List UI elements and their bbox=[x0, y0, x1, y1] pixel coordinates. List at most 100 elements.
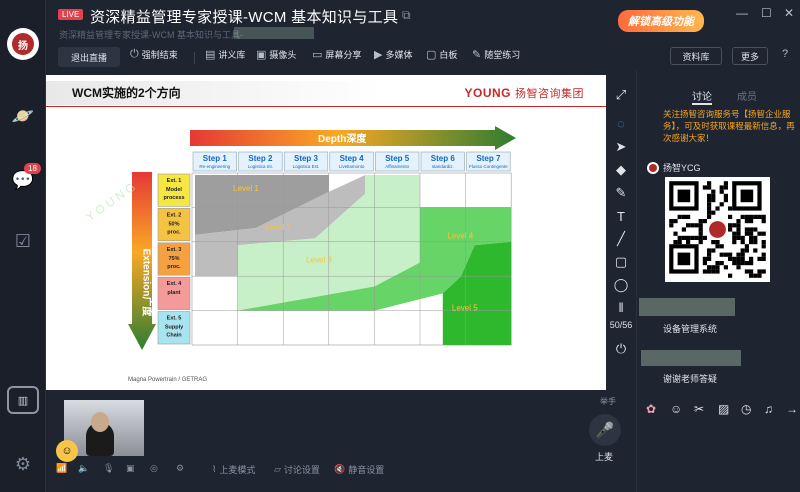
share-icon[interactable]: ◎ bbox=[150, 463, 158, 474]
quiz-button[interactable]: ✎ 随堂练习 bbox=[472, 48, 520, 61]
qr-module bbox=[681, 214, 686, 219]
external-link-icon[interactable]: ⧉ bbox=[402, 8, 411, 23]
qr-module bbox=[749, 219, 754, 224]
expand-icon[interactable]: ⤢ bbox=[606, 85, 636, 105]
multimedia-label: 多媒体 bbox=[385, 50, 413, 60]
ellipse-icon[interactable]: ◯ bbox=[606, 275, 636, 295]
qr-module bbox=[757, 269, 762, 274]
discussion-settings-label: 讨论设置 bbox=[283, 465, 320, 475]
qr-module bbox=[757, 214, 762, 219]
mic-mode-button[interactable]: ⌇ 上麦模式 bbox=[212, 463, 255, 476]
microphone-icon[interactable]: 🎤 bbox=[589, 414, 621, 446]
qr-module bbox=[740, 248, 745, 253]
qr-module bbox=[707, 252, 712, 257]
text-icon[interactable]: T bbox=[606, 206, 636, 226]
emoji-icon[interactable]: ☺ bbox=[670, 402, 682, 416]
flower-icon[interactable]: ✿ bbox=[646, 402, 656, 416]
qr-module bbox=[732, 240, 737, 245]
settings-small-icon[interactable]: ⚙ bbox=[176, 463, 184, 474]
camera-button[interactable]: ▣ 摄像头 bbox=[256, 48, 296, 61]
level-label: Level 3 bbox=[306, 255, 332, 264]
qr-module bbox=[723, 181, 728, 186]
org-logo[interactable]: 扬 bbox=[7, 28, 39, 60]
qr-code-image[interactable] bbox=[665, 177, 770, 282]
image-icon[interactable]: ▨ bbox=[718, 402, 729, 416]
mic-small-icon[interactable]: 🎙 bbox=[103, 463, 114, 474]
bell-icon[interactable]: ♫ bbox=[764, 402, 773, 416]
force-end-button[interactable]: ⏻ 强制结束 bbox=[130, 48, 178, 61]
extension-row-line2: proc. bbox=[167, 264, 181, 270]
step-header-sub: Affinamento bbox=[385, 164, 409, 169]
qr-module bbox=[740, 252, 745, 257]
qr-module bbox=[749, 227, 754, 232]
chat-message: 设备管理系统 bbox=[663, 324, 718, 334]
line-icon[interactable]: ╱ bbox=[606, 229, 636, 249]
send-arrow-icon[interactable]: → bbox=[786, 402, 798, 416]
qr-module bbox=[686, 223, 691, 228]
unlock-features-button[interactable]: 解锁高级功能 bbox=[618, 10, 704, 32]
more-button[interactable]: 更多 bbox=[732, 47, 768, 65]
tab-discuss[interactable]: 讨论 bbox=[692, 88, 712, 103]
quiz-icon: ✎ bbox=[472, 49, 482, 61]
qr-module bbox=[719, 261, 724, 266]
qr-module bbox=[732, 235, 737, 240]
qr-module bbox=[669, 223, 674, 228]
help-icon[interactable]: ? bbox=[782, 48, 788, 60]
qr-module bbox=[728, 214, 733, 219]
pause-icon[interactable]: ‖ bbox=[606, 297, 636, 317]
maximize-icon[interactable]: ☐ bbox=[761, 6, 772, 20]
slide-title: WCM实施的2个方向 bbox=[72, 86, 181, 100]
power-icon[interactable]: ⏻ bbox=[606, 339, 636, 359]
pen-icon[interactable]: ✎ bbox=[606, 183, 636, 203]
qr-module bbox=[707, 193, 712, 198]
qr-module bbox=[728, 223, 733, 228]
checklist-icon[interactable]: ☑ bbox=[11, 229, 35, 253]
qr-module bbox=[723, 198, 728, 203]
speaker-icon[interactable]: 🔈 bbox=[78, 463, 89, 474]
step-header-name: Step 7 bbox=[476, 154, 501, 163]
eraser-icon[interactable]: ◆ bbox=[606, 160, 636, 180]
qr-module bbox=[711, 210, 716, 215]
laser-icon[interactable]: ◌ bbox=[606, 113, 636, 133]
tab-members[interactable]: 成员 bbox=[737, 88, 757, 103]
rectangle-icon[interactable]: ▢ bbox=[606, 252, 636, 272]
discussion-settings-button[interactable]: ▱ 讨论设置 bbox=[274, 463, 320, 476]
courseware-button[interactable]: ▤ 讲义库 bbox=[205, 48, 245, 61]
qr-module bbox=[744, 214, 749, 219]
clock-icon[interactable]: ◷ bbox=[741, 402, 751, 416]
camera-icon: ▣ bbox=[256, 49, 267, 61]
brand-cn: 扬智咨询集团 bbox=[515, 88, 584, 100]
resources-button[interactable]: 资料库 bbox=[670, 47, 722, 65]
qr-module bbox=[702, 219, 707, 224]
qr-module bbox=[707, 214, 712, 219]
calendar-icon[interactable]: ▥ bbox=[7, 386, 39, 414]
settings-icon[interactable]: ⚙ bbox=[11, 452, 35, 476]
exit-live-button[interactable]: 退出直播 bbox=[58, 47, 120, 67]
qr-finder-inner bbox=[677, 252, 691, 266]
qr-module bbox=[749, 269, 754, 274]
minimize-icon[interactable]: — bbox=[736, 6, 748, 20]
caption-icon[interactable]: ▣ bbox=[126, 463, 135, 474]
extension-row-name: Ext. 4 bbox=[167, 281, 183, 287]
level-label: Level 5 bbox=[452, 304, 478, 313]
screen-share-button[interactable]: ▭ 屏幕分享 bbox=[312, 48, 361, 61]
close-icon[interactable]: ✕ bbox=[784, 6, 794, 20]
whiteboard-button[interactable]: ▢ 白板 bbox=[426, 48, 457, 61]
qr-module bbox=[736, 261, 741, 266]
qr-module bbox=[753, 240, 758, 245]
wifi-icon[interactable]: 📶 bbox=[56, 463, 67, 474]
scissors-icon[interactable]: ✂ bbox=[694, 402, 704, 416]
qr-module bbox=[749, 256, 754, 261]
mute-settings-button[interactable]: 🔇 静音设置 bbox=[334, 463, 384, 476]
mic-mode-label: 上麦模式 bbox=[219, 465, 256, 475]
pointer-icon[interactable]: ➤ bbox=[606, 137, 636, 157]
qr-module bbox=[749, 261, 754, 266]
qr-module bbox=[707, 248, 712, 253]
qr-module bbox=[698, 227, 703, 232]
redaction-mask bbox=[234, 27, 314, 39]
multimedia-button[interactable]: ▶ 多媒体 bbox=[374, 48, 412, 61]
slide-canvas[interactable]: WCM实施的2个方向 YOUNG 扬智咨询集团 Depth深度 Extensio… bbox=[46, 75, 606, 390]
extension-row-name: Ext. 3 bbox=[167, 247, 182, 253]
planet-icon[interactable]: 🪐 bbox=[11, 104, 35, 128]
qr-module bbox=[707, 256, 712, 261]
